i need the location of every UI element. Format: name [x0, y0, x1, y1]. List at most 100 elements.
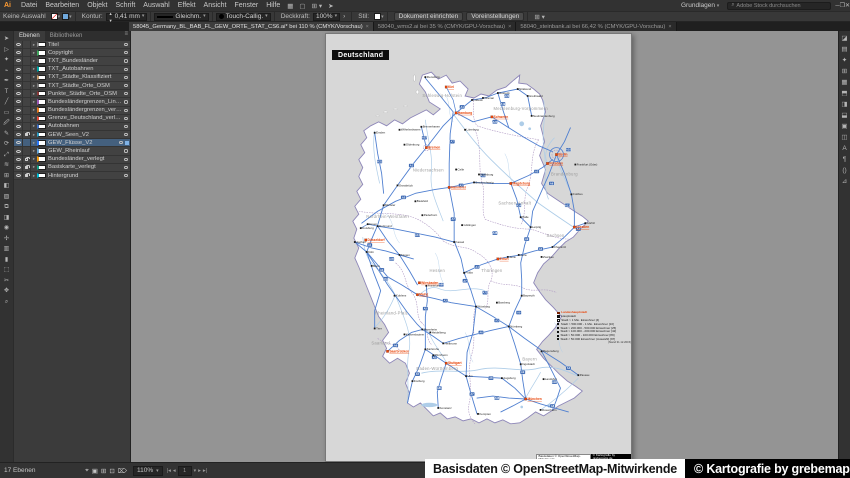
graphic-styles-panel-icon[interactable]: ▣	[841, 122, 847, 132]
close-tab-icon[interactable]: ×	[508, 24, 511, 30]
width-tool[interactable]: ≋	[1, 160, 12, 171]
visibility-toggle[interactable]	[14, 65, 23, 73]
menu-item-auswahl[interactable]: Auswahl	[139, 2, 173, 9]
visibility-toggle[interactable]	[14, 163, 23, 171]
layer-row[interactable]: ▸ Grenze_Deutschland_verlegt	[14, 114, 130, 123]
document-tab-1[interactable]: 58045_Germany_BL_BAB_FL_GEW_ORTE_STAT_CS…	[129, 22, 374, 31]
document-tab-3[interactable]: 58040_steinbank.ai bei 66,42 % (CMYK/GPU…	[516, 22, 677, 31]
artboard[interactable]: A7 A7 A7 A7 A1 A1 A1 A2 A2 A2 A3 A3 A3 A3 A9 A9 A9 A9 A8 A8…	[325, 33, 632, 462]
visibility-toggle[interactable]	[14, 98, 23, 106]
layer-target[interactable]	[122, 133, 130, 137]
lock-toggle[interactable]	[23, 81, 31, 90]
mesh-tool[interactable]: ⧉	[1, 202, 12, 213]
perspective-grid-tool[interactable]: ▨	[1, 192, 12, 203]
layer-target[interactable]	[122, 43, 130, 47]
opacity-field[interactable]: 100% ▾	[312, 12, 341, 21]
close-tab-icon[interactable]: ×	[668, 24, 671, 30]
visibility-toggle[interactable]	[14, 106, 23, 114]
lock-toggle[interactable]	[23, 114, 31, 122]
lock-toggle[interactable]	[23, 155, 31, 163]
visibility-toggle[interactable]	[14, 81, 23, 90]
layer-target[interactable]	[122, 83, 130, 88]
lock-toggle[interactable]	[23, 73, 31, 81]
lock-toggle[interactable]	[23, 122, 31, 131]
visibility-toggle[interactable]	[14, 155, 23, 163]
menu-item-objekt[interactable]: Objekt	[83, 2, 111, 9]
pen-tool[interactable]: ✒	[1, 76, 12, 87]
visibility-toggle[interactable]	[14, 57, 23, 65]
style-swatch[interactable]	[374, 13, 382, 20]
panel-tab-bibliotheken[interactable]: Bibliotheken	[45, 31, 88, 41]
layer-row[interactable]: ▸ TXT_Autobahnen	[14, 65, 130, 74]
clipping-mask-icon[interactable]: ▣	[92, 467, 98, 475]
zoom-tool[interactable]: ⌕	[1, 297, 12, 308]
menu-item-hilfe[interactable]: Hilfe	[262, 2, 284, 9]
artboard-number-field[interactable]: 1	[177, 465, 192, 476]
type-tool[interactable]: T	[1, 87, 12, 98]
visibility-toggle[interactable]	[14, 49, 23, 57]
visibility-toggle[interactable]	[14, 114, 23, 122]
panel-options-icon[interactable]: ⊞ ▾	[531, 13, 548, 21]
layer-target[interactable]	[122, 51, 130, 55]
menu-item-datei[interactable]: Datei	[17, 2, 41, 9]
pencil-tool[interactable]: ✎	[1, 129, 12, 140]
panel-tab-ebenen[interactable]: Ebenen	[14, 31, 45, 41]
visibility-toggle[interactable]	[14, 147, 23, 155]
layer-target[interactable]	[122, 100, 130, 104]
layer-row[interactable]: ▸ Hintergrund	[14, 172, 130, 181]
menu-item-fenster[interactable]: Fenster	[231, 2, 263, 9]
artboard-tool[interactable]: ⬚	[1, 265, 12, 276]
last-artboard-button[interactable]: ▸|	[203, 468, 207, 474]
layer-target[interactable]	[117, 141, 125, 145]
shape-builder-tool[interactable]: ◧	[1, 181, 12, 192]
visibility-toggle[interactable]	[14, 131, 23, 139]
zoom-level-dropdown[interactable]: 110% ▾	[133, 465, 163, 476]
close-button[interactable]: ✕	[845, 3, 850, 9]
layer-row[interactable]: ▸ Bundesländer_verlegt	[14, 155, 130, 164]
layer-row[interactable]: ▸ Autobahnen	[14, 122, 130, 132]
layer-target[interactable]	[122, 108, 130, 112]
fill-color-swatch[interactable]	[50, 13, 58, 20]
layer-row[interactable]: ▸ GEW_Seen_V2	[14, 131, 130, 140]
layer-row[interactable]: ▸ TXT_Bundesländer	[14, 57, 130, 66]
character-panel-icon[interactable]: A	[842, 144, 846, 154]
scale-tool[interactable]: ⤢	[1, 150, 12, 161]
align-panel-icon[interactable]: ⊿	[842, 177, 847, 187]
stroke-weight-field[interactable]: ▲ ▼ 0,41 mm ▾	[105, 10, 148, 24]
layer-row[interactable]: ▸ Bundesländergrenzen_verlegt	[14, 106, 130, 115]
graph-tool[interactable]: ▮	[1, 255, 12, 266]
lock-toggle[interactable]	[23, 57, 31, 65]
rotate-tool[interactable]: ⟳	[1, 139, 12, 150]
lock-toggle[interactable]	[23, 131, 31, 139]
menu-item-schrift[interactable]: Schrift	[111, 2, 139, 9]
visibility-toggle[interactable]	[14, 122, 23, 131]
visibility-toggle[interactable]	[14, 73, 23, 81]
locate-object-icon[interactable]: ⌖	[85, 467, 89, 475]
appearance-panel-icon[interactable]: ⬓	[841, 111, 847, 121]
color-panel-icon[interactable]: ◪	[841, 34, 847, 44]
line-tool[interactable]: ╱	[1, 97, 12, 108]
layer-target[interactable]	[122, 75, 130, 79]
button-voreinstellungen[interactable]: Voreinstellungen	[466, 12, 525, 21]
lock-toggle[interactable]	[23, 98, 31, 106]
rectangle-tool[interactable]: ▭	[1, 108, 12, 119]
selection-tool[interactable]: ➤	[1, 34, 12, 45]
button-dokument-einrichten[interactable]: Dokument einrichten	[393, 12, 464, 21]
canvas[interactable]: A7 A7 A7 A7 A1 A1 A1 A2 A2 A2 A3 A3 A3 A3 A9 A9 A9 A9 A8 A8…	[131, 31, 838, 462]
gradient-tool[interactable]: ◨	[1, 213, 12, 224]
layer-row[interactable]: ▸ Basiskarte_verlegt	[14, 163, 130, 172]
menu-item-effekt[interactable]: Effekt	[174, 2, 200, 9]
lasso-tool[interactable]: ⌁	[1, 66, 12, 77]
lock-toggle[interactable]	[23, 139, 31, 147]
layer-row[interactable]: ▸ GEW_Rheinlauf	[14, 147, 130, 156]
layer-target[interactable]	[122, 174, 130, 178]
layer-target[interactable]	[122, 124, 130, 129]
symbols-panel-icon[interactable]: ⊞	[842, 67, 847, 77]
stepper-icon[interactable]: ▲ ▼	[109, 10, 113, 24]
lock-toggle[interactable]	[23, 172, 31, 180]
brush-dropdown[interactable]: Touch-Callig. ▾	[215, 12, 271, 21]
workspace-layout-icon[interactable]: ⊞ ▾	[309, 3, 326, 10]
close-tab-icon[interactable]: ×	[366, 24, 369, 30]
transparency-panel-icon[interactable]: ◨	[841, 100, 847, 110]
swatches-panel-icon[interactable]: ▤	[841, 45, 847, 55]
